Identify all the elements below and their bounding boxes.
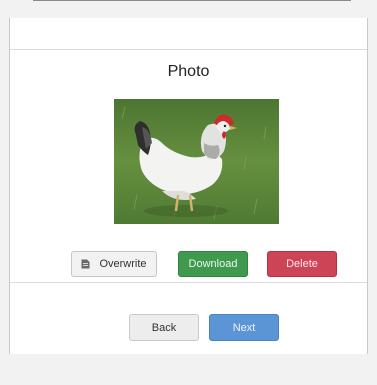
download-button[interactable]: Download [178,251,248,277]
file-icon [81,259,90,269]
delete-button-label: Delete [286,258,318,270]
chicken-photo-image [114,99,279,224]
download-button-label: Download [188,258,238,270]
next-button[interactable]: Next [209,314,279,341]
overwrite-button[interactable]: Overwrite [71,251,157,277]
page-title: Photo [167,63,210,80]
overwrite-button-label: Overwrite [99,258,147,270]
window-top-edge [33,0,351,4]
photo-panel: Photo Overwrite Download Delete Back Nex… [9,18,368,354]
next-button-label: Next [232,321,256,334]
back-button-label: Back [151,321,177,334]
back-button[interactable]: Back [129,314,199,341]
delete-button[interactable]: Delete [267,251,337,277]
footer-divider [10,282,367,283]
photo-preview [114,99,279,224]
header-divider [10,49,367,50]
